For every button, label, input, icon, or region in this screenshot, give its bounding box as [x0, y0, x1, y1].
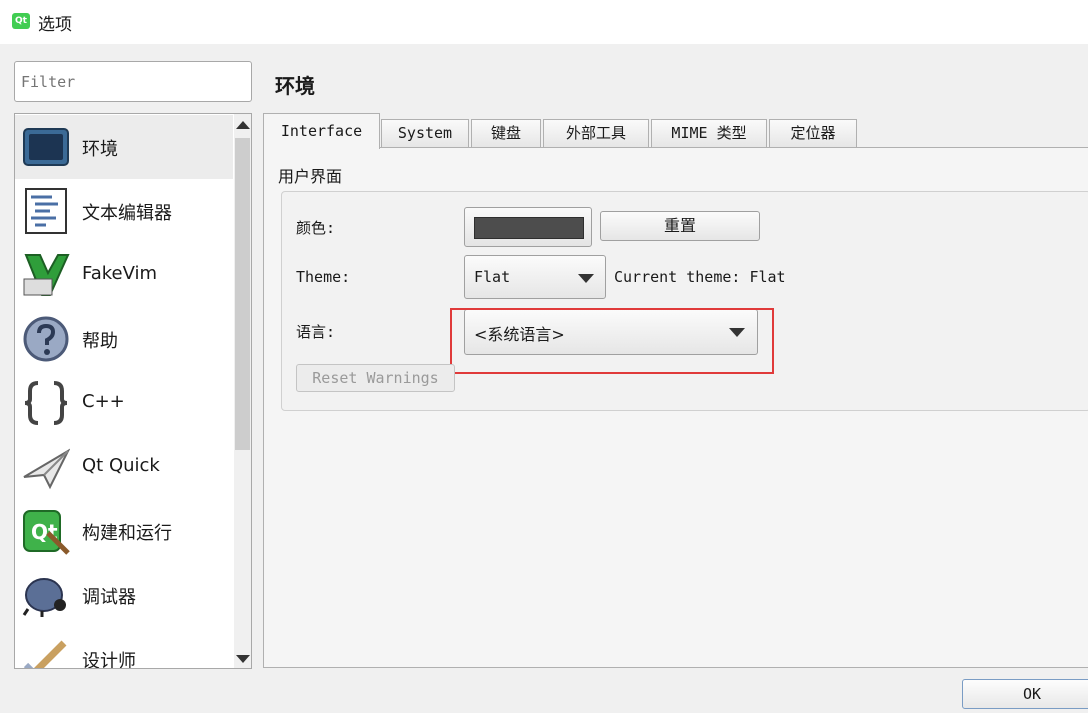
chevron-down-icon — [578, 274, 594, 283]
category-item-text-editor[interactable]: 文本编辑器 — [15, 179, 233, 243]
ok-button[interactable]: OK — [962, 679, 1088, 709]
theme-combobox-value: Flat — [474, 268, 511, 286]
group-title: 用户界面 — [278, 167, 343, 186]
category-item-designer[interactable]: 设计师 — [15, 627, 233, 669]
title-bar: Qt 选项 — [0, 0, 1088, 44]
page-title: 环境 — [275, 74, 315, 98]
filter-input[interactable] — [14, 61, 252, 102]
category-label: 设计师 — [82, 651, 136, 669]
category-item-qtquick[interactable]: Qt Quick — [15, 435, 233, 499]
category-item-help[interactable]: 帮助 — [15, 307, 233, 371]
scrollbar-thumb[interactable] — [235, 138, 250, 450]
color-swatch — [474, 217, 584, 239]
tab-mime-types[interactable]: MIME 类型 — [651, 119, 767, 147]
category-item-debugger[interactable]: 调试器 — [15, 563, 233, 627]
category-label: 文本编辑器 — [82, 203, 172, 224]
tab-keyboard[interactable]: 键盘 — [471, 119, 541, 147]
category-label: C++ — [82, 391, 125, 412]
category-label: 帮助 — [82, 331, 118, 352]
tab-locator[interactable]: 定位器 — [769, 119, 857, 147]
reset-warnings-button[interactable]: Reset Warnings — [296, 364, 455, 392]
category-item-build-run[interactable]: Qt 构建和运行 — [15, 499, 233, 563]
paper-plane-icon — [23, 448, 70, 490]
color-picker-button[interactable] — [464, 207, 592, 247]
monitor-icon — [23, 128, 69, 166]
tab-external-tools[interactable]: 外部工具 — [543, 119, 649, 147]
designer-icon — [23, 640, 67, 668]
qt-app-icon: Qt — [12, 13, 30, 29]
category-item-fakevim[interactable]: FakeVim — [15, 243, 233, 307]
category-label: 构建和运行 — [82, 523, 172, 544]
theme-label: Theme: — [296, 268, 351, 286]
language-label: 语言: — [296, 323, 336, 341]
text-editor-icon — [25, 188, 67, 234]
scroll-up-arrow-icon[interactable] — [234, 116, 251, 133]
current-theme-text: Current theme: Flat — [614, 268, 786, 286]
category-list: 环境 文本编辑器 FakeVim 帮助 C++ Qt Quick Qt 构建和运… — [14, 113, 252, 669]
tab-interface[interactable]: Interface — [263, 113, 380, 149]
category-item-environment[interactable]: 环境 — [15, 115, 233, 179]
category-label: FakeVim — [82, 263, 158, 284]
cpp-braces-icon — [24, 381, 68, 425]
category-item-cpp[interactable]: C++ — [15, 371, 233, 435]
bug-icon — [22, 578, 66, 617]
category-label: Qt Quick — [82, 455, 160, 476]
color-label: 颜色: — [296, 219, 336, 237]
build-run-icon: Qt — [23, 510, 70, 555]
help-icon — [23, 316, 69, 362]
category-label: 环境 — [82, 139, 118, 160]
scroll-down-arrow-icon[interactable] — [234, 650, 251, 667]
reset-color-button[interactable]: 重置 — [600, 211, 760, 241]
category-scrollbar[interactable] — [234, 114, 251, 668]
category-label: 调试器 — [82, 587, 136, 608]
tab-system[interactable]: System — [381, 119, 469, 147]
theme-combobox[interactable]: Flat — [464, 255, 606, 299]
window-title: 选项 — [38, 15, 72, 35]
highlight-box — [450, 308, 774, 374]
fakevim-icon — [23, 254, 70, 296]
